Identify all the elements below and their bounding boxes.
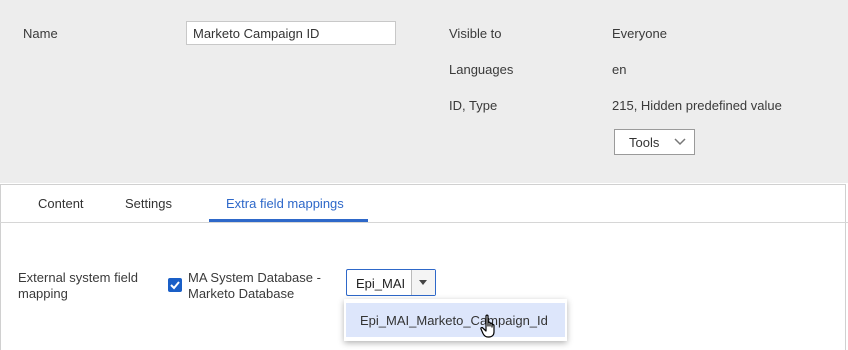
id-type-value: 215, Hidden predefined value (612, 98, 782, 113)
caret-down-icon (419, 280, 427, 285)
tab-bar: Content Settings Extra field mappings (0, 184, 848, 223)
select-toggle[interactable] (411, 270, 435, 295)
languages-label: Languages (449, 62, 514, 77)
field-mapping-select[interactable]: Epi_MAI (346, 269, 436, 296)
active-tab-indicator (209, 219, 368, 222)
tab-settings[interactable]: Settings (125, 196, 172, 211)
name-field[interactable] (186, 21, 396, 45)
select-value: Epi_MAI (356, 276, 406, 291)
hand-cursor-icon (480, 314, 495, 338)
tab-content[interactable]: Content (38, 196, 84, 211)
select-dropdown: Epi_MAI_Marketo_Campaign_Id (344, 299, 567, 341)
chevron-down-icon (674, 138, 686, 146)
external-system-field-mapping-label-line1: External system field (18, 270, 138, 285)
tools-button[interactable]: Tools (614, 129, 695, 155)
checkbox-label-line1: MA System Database - (188, 270, 321, 285)
external-system-field-mapping-label-line2: mapping (18, 286, 68, 301)
name-label: Name (23, 26, 58, 41)
checkbox-label-line2: Marketo Database (188, 286, 295, 301)
properties-panel: Name Visible to Everyone Languages en ID… (0, 0, 848, 183)
languages-value: en (612, 62, 627, 77)
dropdown-option[interactable]: Epi_MAI_Marketo_Campaign_Id (346, 303, 565, 337)
id-type-label: ID, Type (449, 98, 498, 113)
tools-button-label: Tools (629, 135, 660, 150)
dropdown-option-label: Epi_MAI_Marketo_Campaign_Id (360, 313, 548, 328)
ma-system-database-checkbox[interactable] (168, 278, 182, 292)
checkmark-icon (170, 281, 180, 290)
visible-to-label: Visible to (449, 26, 502, 41)
tab-extra-field-mappings[interactable]: Extra field mappings (226, 196, 344, 211)
visible-to-value: Everyone (612, 26, 667, 41)
